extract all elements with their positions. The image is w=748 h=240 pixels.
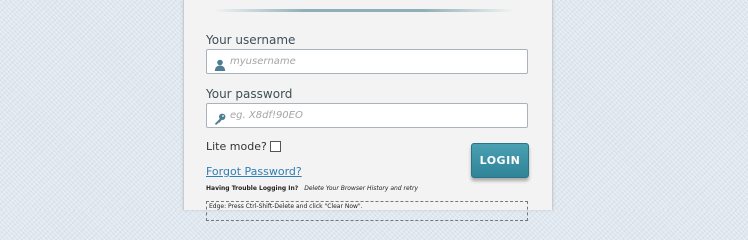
password-field[interactable] — [206, 103, 528, 128]
lite-mode-label: Lite mode? — [206, 140, 267, 153]
trouble-hint: Delete Your Browser History and retry — [304, 185, 419, 192]
login-button[interactable]: LOGIN — [471, 143, 529, 178]
username-label: Your username — [206, 33, 296, 47]
username-input[interactable] — [230, 50, 520, 73]
header-divider — [214, 9, 514, 12]
lite-mode-checkbox[interactable] — [269, 141, 281, 152]
edge-note: Edge: Press Ctrl-Shift-Delete and click … — [206, 201, 528, 221]
trouble-title: Having Trouble Logging In? — [206, 185, 299, 192]
password-input[interactable] — [230, 104, 520, 127]
username-field[interactable] — [206, 49, 528, 74]
key-icon — [214, 110, 226, 125]
password-label: Your password — [206, 87, 293, 101]
trouble-text: Having Trouble Logging In? Delete Your Br… — [206, 185, 418, 192]
user-icon — [214, 56, 226, 71]
lite-mode-row: Lite mode? — [206, 140, 281, 153]
forgot-password-link[interactable]: Forgot Password? — [206, 165, 302, 178]
login-panel: Your username Your password Lite mode? F… — [183, 0, 553, 221]
